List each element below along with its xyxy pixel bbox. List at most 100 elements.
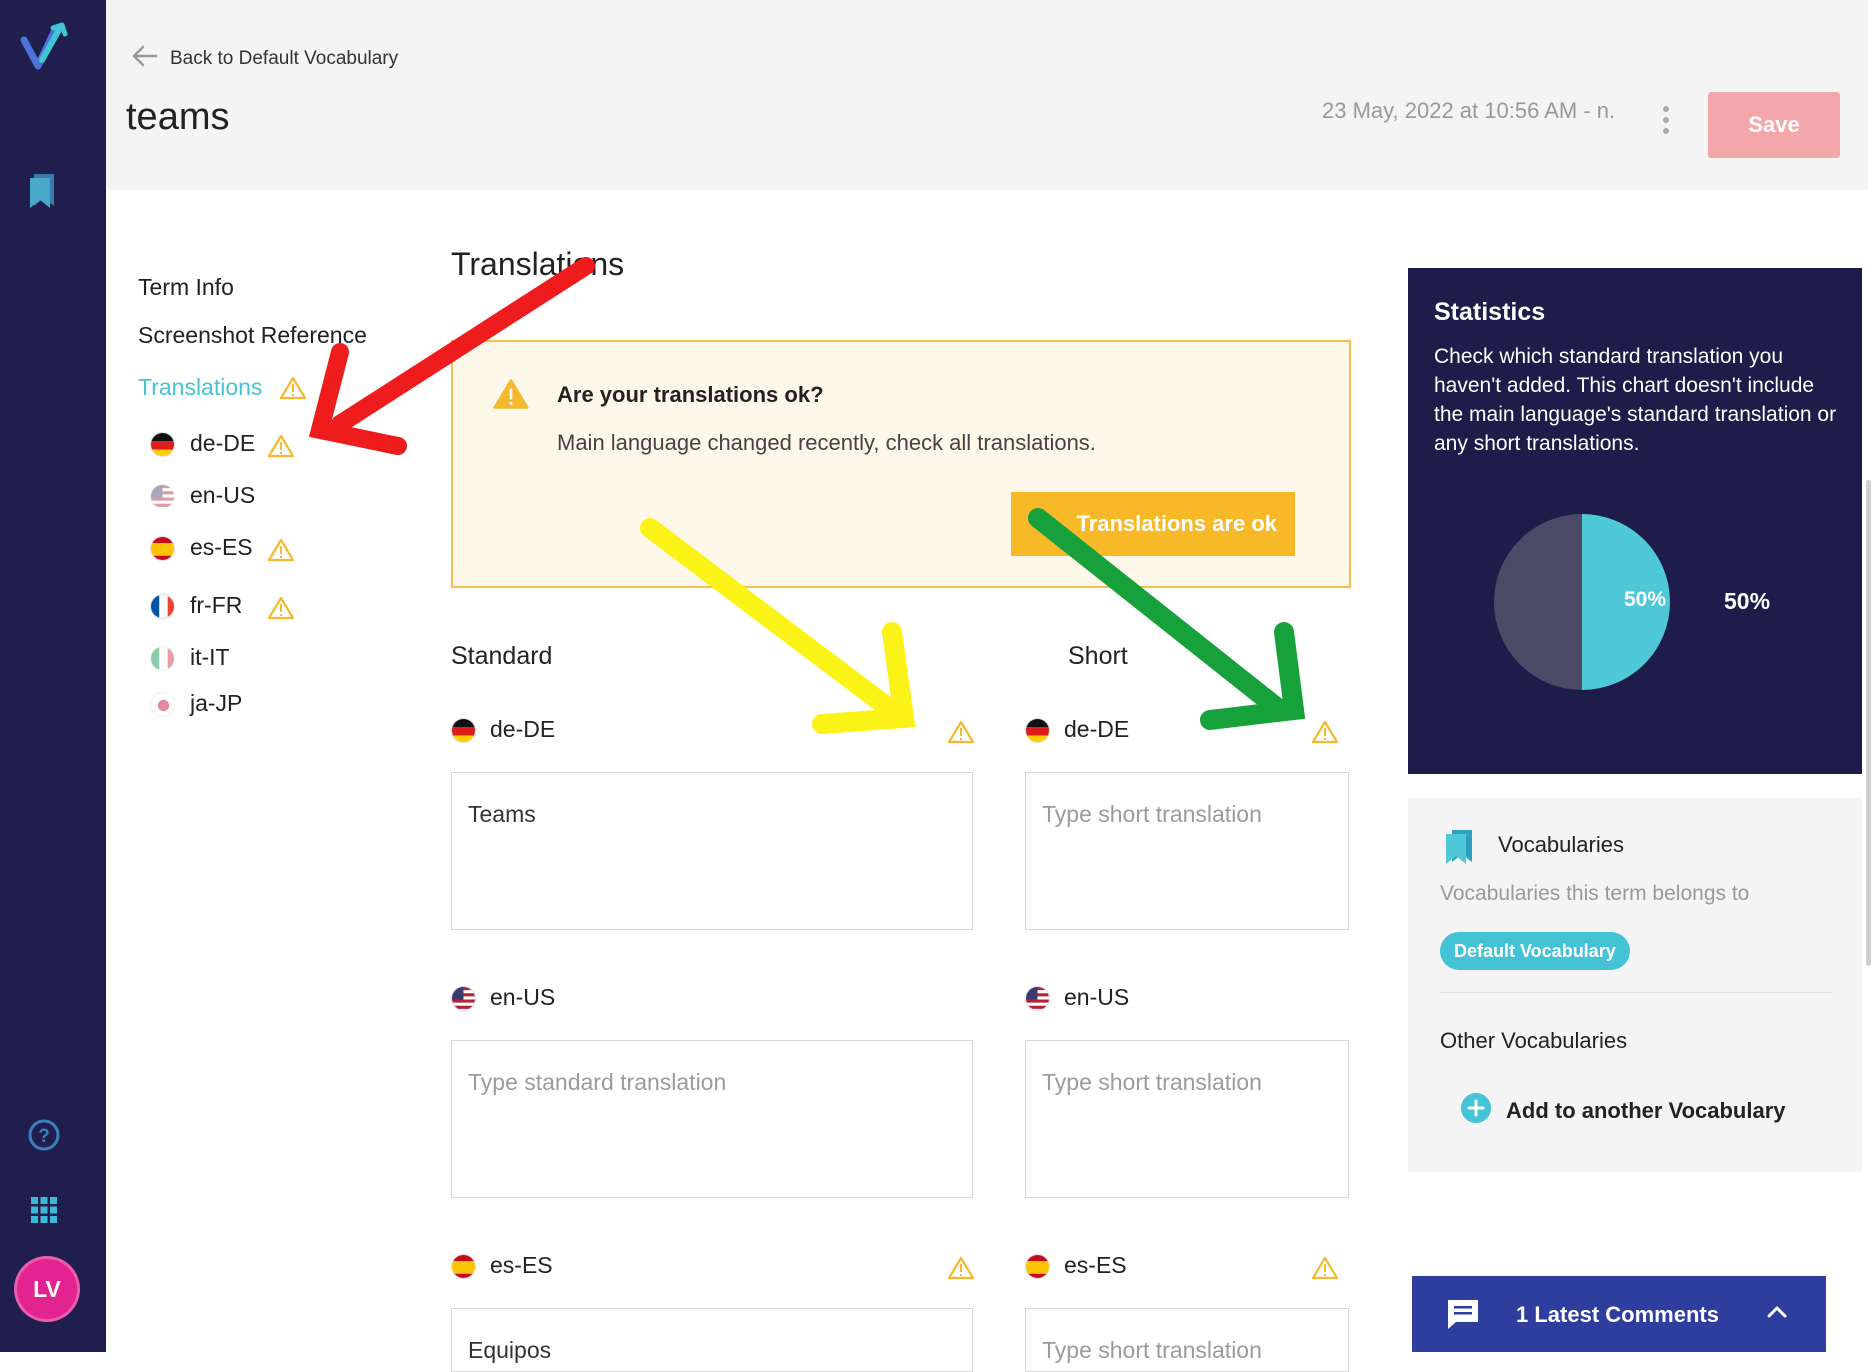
- latest-comments-bar[interactable]: 1 Latest Comments: [1412, 1276, 1826, 1352]
- nav-language-item[interactable]: en-US: [150, 482, 350, 514]
- nav-translations[interactable]: Translations: [138, 374, 262, 401]
- short-language-label: es-ES: [1064, 1252, 1127, 1278]
- warning-icon: [947, 1256, 975, 1280]
- alert-title: Are your translations ok?: [557, 382, 824, 407]
- user-avatar[interactable]: LV: [14, 1256, 80, 1322]
- add-vocabulary-button[interactable]: Add to another Vocabulary: [1460, 1092, 1786, 1129]
- standard-translation-input[interactable]: Equipos: [451, 1308, 973, 1372]
- translation-alert: Are your translations ok? Main language …: [451, 340, 1351, 588]
- apps-grid-icon[interactable]: [30, 1196, 58, 1224]
- logo-icon[interactable]: [20, 22, 76, 72]
- chat-icon: [1446, 1298, 1480, 1330]
- other-vocabularies-title: Other Vocabularies: [1440, 1028, 1628, 1053]
- vocabularies-subtitle: Vocabularies this term belongs to: [1440, 882, 1750, 905]
- back-link-label: Back to Default Vocabulary: [170, 47, 399, 69]
- arrow-left-icon: [130, 44, 158, 73]
- last-modified-timestamp: 23 May, 2022 at 10:56 AM - n.: [1322, 98, 1616, 123]
- nav-language-label: es-ES: [190, 534, 253, 560]
- short-translation-input[interactable]: Type short translation: [1025, 1308, 1349, 1372]
- add-vocabulary-label: Add to another Vocabulary: [1506, 1097, 1786, 1123]
- page-title: teams: [126, 96, 230, 138]
- app-sidebar: ? LV: [0, 0, 106, 1352]
- nav-language-item[interactable]: it-IT: [150, 644, 350, 676]
- plus-circle-icon: [1460, 1092, 1492, 1129]
- translations-ok-button[interactable]: Translations are ok: [1011, 492, 1295, 556]
- nav-language-item[interactable]: es-ES: [150, 534, 350, 566]
- warning-icon: [267, 596, 295, 620]
- page-header: Back to Default Vocabulary teams 23 May,…: [106, 0, 1868, 190]
- vocabulary-bookmark-icon: [1444, 828, 1474, 866]
- avatar-initials: LV: [33, 1275, 61, 1302]
- short-translation-text: Type short translation: [1042, 1337, 1262, 1363]
- alert-body: Main language changed recently, check al…: [557, 430, 1096, 455]
- short-language-label: en-US: [1064, 984, 1130, 1010]
- standard-column-heading: Standard: [451, 642, 553, 670]
- vocabulary-bookmark-icon[interactable]: [28, 170, 60, 210]
- short-translation-text: Type short translation: [1042, 1069, 1262, 1095]
- standard-translation-text: Equipos: [468, 1337, 552, 1363]
- svg-text:?: ?: [38, 1126, 50, 1147]
- vocabularies-panel: Vocabularies Vocabularies this term belo…: [1408, 798, 1862, 1172]
- short-translation-input[interactable]: Type short translation: [1025, 1040, 1349, 1198]
- usa-flag-icon: [451, 986, 476, 1011]
- nav-language-item[interactable]: ja-JP: [150, 690, 350, 722]
- standard-language-label: en-US: [490, 984, 556, 1010]
- usa-flag-icon: [150, 484, 175, 509]
- warning-icon: [1311, 1256, 1339, 1280]
- latest-comments-label: 1 Latest Comments: [1516, 1302, 1719, 1327]
- germany-flag-icon: [1025, 718, 1050, 743]
- page-scrollbar[interactable]: [1866, 480, 1871, 966]
- standard-language-label: es-ES: [490, 1252, 553, 1278]
- usa-flag-icon: [1025, 986, 1050, 1011]
- save-button-label: Save: [1748, 112, 1800, 137]
- standard-translation-input[interactable]: Teams: [451, 772, 973, 930]
- nav-language-item[interactable]: fr-FR: [150, 592, 350, 624]
- japan-flag-icon: [150, 692, 175, 717]
- warning-icon: [267, 538, 295, 562]
- back-link[interactable]: Back to Default Vocabulary: [130, 44, 398, 73]
- short-column-heading: Short: [1068, 642, 1128, 670]
- nav-language-label: it-IT: [190, 644, 230, 670]
- divider: [1440, 992, 1832, 993]
- nav-language-label: fr-FR: [190, 592, 243, 618]
- standard-translation-text: Type standard translation: [468, 1069, 727, 1095]
- short-translation-text: Type short translation: [1042, 801, 1262, 827]
- italy-flag-icon: [150, 646, 175, 671]
- chart-inner-label: 50%: [1624, 588, 1667, 611]
- more-options-icon[interactable]: [1660, 104, 1672, 136]
- chart-outer-label: 50%: [1724, 588, 1771, 614]
- france-flag-icon: [150, 594, 175, 619]
- chevron-up-icon[interactable]: [1766, 1304, 1788, 1320]
- statistics-title: Statistics: [1434, 298, 1546, 326]
- vocabulary-tag[interactable]: Default Vocabulary: [1440, 932, 1630, 970]
- translations-ok-label: Translations are ok: [1076, 511, 1277, 536]
- nav-term-info[interactable]: Term Info: [138, 274, 234, 301]
- vocabulary-tag-label: Default Vocabulary: [1454, 940, 1616, 961]
- germany-flag-icon: [451, 718, 476, 743]
- pie-slice-missing: [1494, 514, 1582, 690]
- translations-heading: Translations: [451, 246, 625, 282]
- nav-screenshot-reference[interactable]: Screenshot Reference: [138, 322, 367, 349]
- warning-icon: [493, 378, 529, 410]
- standard-language-label: de-DE: [490, 716, 556, 742]
- nav-language-label: de-DE: [190, 430, 256, 456]
- vocabularies-title: Vocabularies: [1498, 832, 1624, 857]
- help-icon[interactable]: ?: [27, 1118, 61, 1152]
- warning-icon: [267, 434, 295, 458]
- standard-translation-input[interactable]: Type standard translation: [451, 1040, 973, 1198]
- nav-language-label: en-US: [190, 482, 256, 508]
- short-translation-input[interactable]: Type short translation: [1025, 772, 1349, 930]
- spain-flag-icon: [1025, 1254, 1050, 1279]
- statistics-description: Check which standard translation you hav…: [1434, 345, 1837, 455]
- nav-language-label: ja-JP: [190, 690, 243, 716]
- save-button[interactable]: Save: [1708, 92, 1840, 158]
- statistics-panel: Statistics Check which standard translat…: [1408, 268, 1862, 774]
- standard-translation-text: Teams: [468, 801, 536, 827]
- nav-language-item[interactable]: de-DE: [150, 430, 350, 462]
- warning-icon: [1311, 720, 1339, 744]
- spain-flag-icon: [150, 536, 175, 561]
- warning-icon: [279, 376, 307, 400]
- short-language-label: de-DE: [1064, 716, 1130, 742]
- spain-flag-icon: [451, 1254, 476, 1279]
- warning-icon: [947, 720, 975, 744]
